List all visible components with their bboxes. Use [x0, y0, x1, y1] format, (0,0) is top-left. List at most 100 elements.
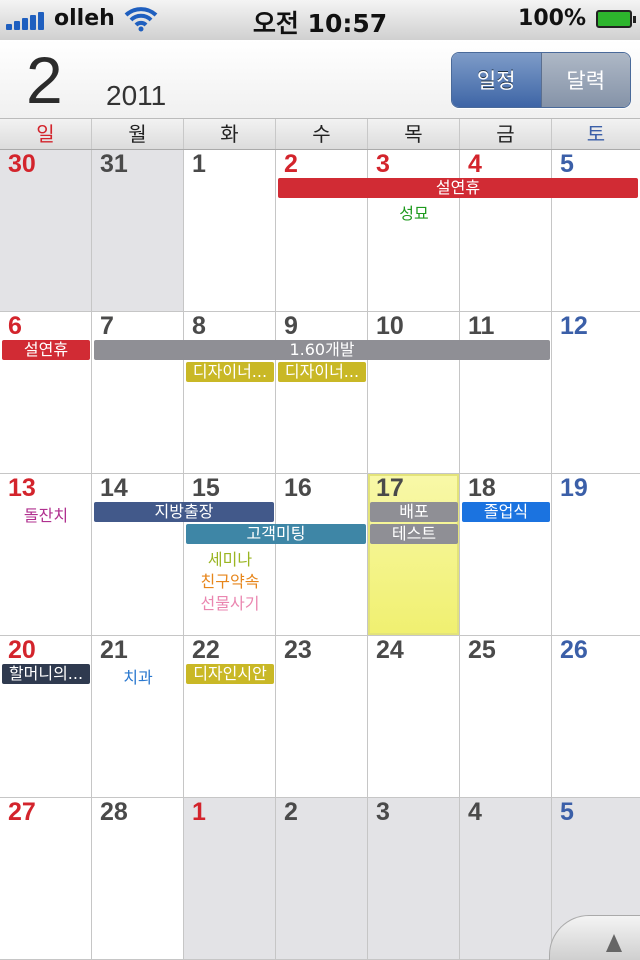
day-number: 31 [100, 150, 128, 178]
day-cell[interactable]: 1 [184, 150, 276, 312]
battery-percent: 100% [518, 6, 586, 31]
event-bar[interactable]: 설연휴 [2, 340, 90, 360]
view-toggle: 일정 달력 [451, 52, 631, 108]
event-label[interactable]: 세미나 [186, 546, 274, 570]
weekday-sun: 일 [0, 119, 92, 149]
day-cell[interactable]: 19 [552, 474, 640, 636]
event-label[interactable]: 성묘 [370, 200, 458, 224]
day-number: 4 [468, 798, 482, 826]
day-number: 4 [468, 150, 482, 178]
day-cell[interactable]: 10 [368, 312, 460, 474]
day-number: 24 [376, 636, 404, 664]
weekday-wed: 수 [276, 119, 368, 149]
day-cell[interactable]: 25 [460, 636, 552, 798]
day-cell[interactable]: 7 [92, 312, 184, 474]
day-cell[interactable]: 24 [368, 636, 460, 798]
day-number: 19 [560, 474, 588, 502]
event-bar[interactable]: 지방출장 [94, 502, 274, 522]
day-cell[interactable]: 31 [92, 150, 184, 312]
day-number: 21 [100, 636, 128, 664]
view-toggle-calendar[interactable]: 달력 [540, 53, 630, 107]
day-number: 2 [284, 150, 298, 178]
day-number: 30 [8, 150, 36, 178]
day-cell[interactable]: 21 [92, 636, 184, 798]
day-number: 22 [192, 636, 220, 664]
day-cell[interactable]: 20 [0, 636, 92, 798]
day-number: 2 [284, 798, 298, 826]
up-arrow-icon [606, 934, 622, 952]
event-bar[interactable]: 고객미팅 [186, 524, 366, 544]
day-cell[interactable]: 6 [0, 312, 92, 474]
calendar-header: 2 2011 일정 달력 [0, 40, 640, 118]
battery-icon [596, 10, 636, 28]
view-toggle-schedule[interactable]: 일정 [452, 53, 541, 107]
day-cell[interactable]: 18 [460, 474, 552, 636]
weekday-fri: 금 [460, 119, 552, 149]
day-number: 9 [284, 312, 298, 340]
day-cell[interactable]: 3 [368, 150, 460, 312]
day-number: 10 [376, 312, 404, 340]
event-bar[interactable]: 졸업식 [462, 502, 550, 522]
day-number: 15 [192, 474, 220, 502]
month-number: 2 [26, 43, 63, 117]
event-bar[interactable]: 디자인시안 [186, 664, 274, 684]
day-cell[interactable]: 17 [368, 474, 460, 636]
day-cell[interactable]: 27 [0, 798, 92, 960]
event-bar[interactable]: 배포 [370, 502, 458, 522]
day-number: 27 [8, 798, 36, 826]
day-number: 20 [8, 636, 36, 664]
day-number: 3 [376, 150, 390, 178]
day-number: 5 [560, 150, 574, 178]
day-cell[interactable]: 8 [184, 312, 276, 474]
event-bar[interactable]: 디자이너... [278, 362, 366, 382]
day-cell[interactable]: 30 [0, 150, 92, 312]
event-label[interactable]: 선물사기 [186, 590, 274, 614]
day-cell[interactable]: 2 [276, 798, 368, 960]
year-label: 2011 [106, 80, 167, 111]
weekday-thu: 목 [368, 119, 460, 149]
day-cell[interactable]: 4 [460, 798, 552, 960]
day-cell[interactable]: 23 [276, 636, 368, 798]
day-cell[interactable]: 3 [368, 798, 460, 960]
event-bar[interactable]: 테스트 [370, 524, 458, 544]
day-number: 18 [468, 474, 496, 502]
day-number: 17 [376, 474, 404, 502]
event-label[interactable]: 돌잔치 [2, 502, 90, 526]
day-number: 14 [100, 474, 128, 502]
day-cell[interactable]: 2 [276, 150, 368, 312]
event-label[interactable]: 친구약속 [186, 568, 274, 592]
day-cell[interactable]: 14 [92, 474, 184, 636]
day-number: 26 [560, 636, 588, 664]
event-bar[interactable]: 디자이너... [186, 362, 274, 382]
day-number: 7 [100, 312, 114, 340]
day-cell[interactable]: 22 [184, 636, 276, 798]
day-cell[interactable]: 28 [92, 798, 184, 960]
day-cell[interactable]: 5 [552, 150, 640, 312]
weekday-tue: 화 [184, 119, 276, 149]
day-number: 5 [560, 798, 574, 826]
day-number: 16 [284, 474, 312, 502]
day-cell[interactable]: 13 [0, 474, 92, 636]
event-bar[interactable]: 할머니의... [2, 664, 90, 684]
weekday-header-row: 일월화수목금 토 [0, 118, 640, 150]
day-cell[interactable]: 16 [276, 474, 368, 636]
day-cell[interactable]: 4 [460, 150, 552, 312]
day-cell[interactable]: 1 [184, 798, 276, 960]
day-number: 12 [560, 312, 588, 340]
day-cell[interactable]: 11 [460, 312, 552, 474]
event-bar[interactable]: 설연휴 [278, 178, 638, 198]
day-number: 1 [192, 150, 206, 178]
day-number: 25 [468, 636, 496, 664]
day-number: 6 [8, 312, 22, 340]
day-cell[interactable]: 12 [552, 312, 640, 474]
day-number: 28 [100, 798, 128, 826]
day-number: 11 [468, 312, 495, 340]
status-bar: olleh 오전 10:57 100% [0, 0, 640, 41]
day-number: 8 [192, 312, 206, 340]
day-cell[interactable]: 26 [552, 636, 640, 798]
weekday-mon: 월 [92, 119, 184, 149]
event-label[interactable]: 치과 [94, 664, 182, 688]
day-cell[interactable]: 9 [276, 312, 368, 474]
calendar-grid: 30 31 1 2 3 4 5 6 7 8 9 10 11 12 13 14 15 16 17 18 19 20 21 22 2… [0, 150, 640, 960]
event-bar[interactable]: 1.60개발 [94, 340, 550, 360]
